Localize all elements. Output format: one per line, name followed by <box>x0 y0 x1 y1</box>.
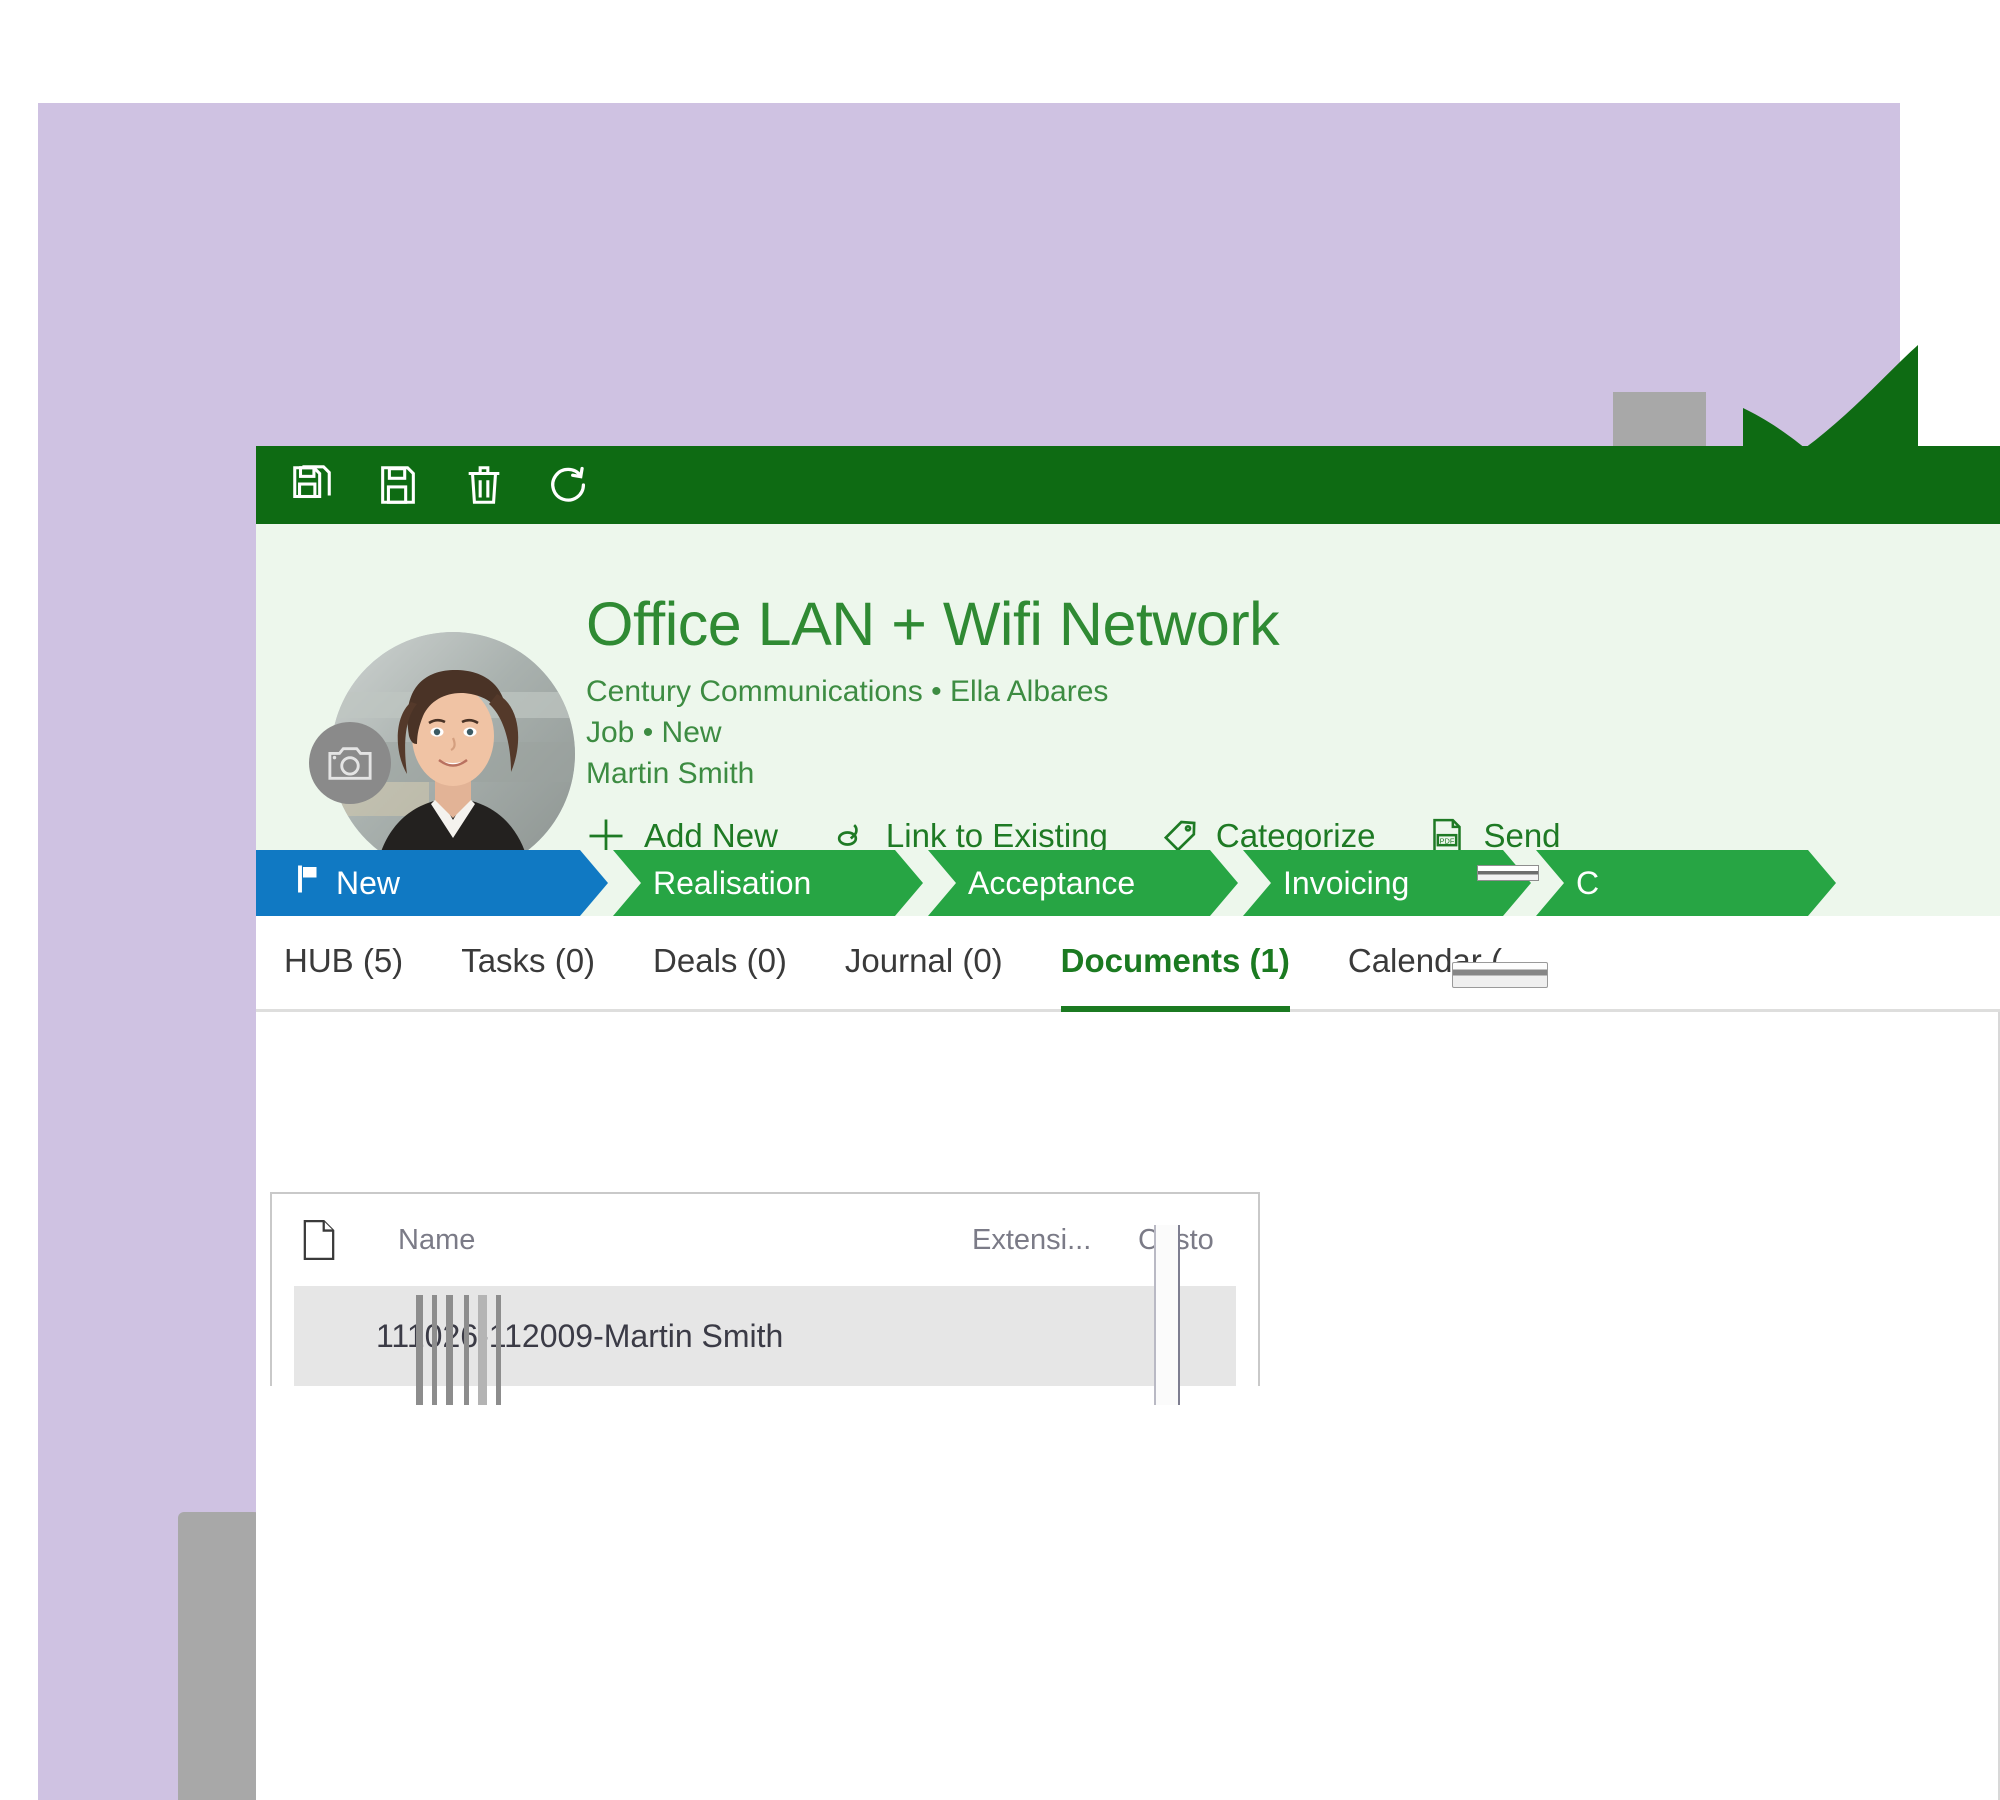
stage-new-label: New <box>336 864 401 901</box>
camera-icon[interactable] <box>309 722 391 804</box>
tab-deals[interactable]: Deals (0) <box>653 942 787 984</box>
stage-realisation[interactable]: Realisation <box>613 850 923 916</box>
avatar[interactable] <box>309 632 575 876</box>
refresh-icon[interactable] <box>544 459 596 511</box>
process-stage-bar: New Realisation Acceptance Invoicing C <box>256 850 2000 916</box>
table-row[interactable]: 111026-112009-Martin Smith <box>294 1286 1236 1386</box>
column-header-extension[interactable]: Extensi... <box>972 1224 1138 1257</box>
tab-tasks[interactable]: Tasks (0) <box>461 942 595 984</box>
tab-documents[interactable]: Documents (1) <box>1060 942 1291 1014</box>
stage-acceptance[interactable]: Acceptance <box>928 850 1238 916</box>
documents-table-header: Name Extensi... Custo <box>272 1194 1258 1286</box>
subtitle-line-2: Job • New <box>586 716 722 749</box>
column-header-name[interactable]: Name <box>398 1224 972 1257</box>
flag-icon <box>296 864 322 902</box>
trash-icon[interactable] <box>458 459 510 511</box>
documents-panel: Name Extensi... Custo 111026-112009-Mart… <box>256 1012 2000 1800</box>
stage-invoicing[interactable]: Invoicing <box>1243 850 1531 916</box>
record-title-block: Office LAN + Wifi Network Century Commun… <box>586 594 2000 795</box>
page-title: Office LAN + Wifi Network <box>586 590 1280 658</box>
tab-calendar[interactable]: Calendar ( <box>1348 942 1502 984</box>
record-header: Office LAN + Wifi Network Century Commun… <box>256 524 2000 876</box>
stage-realisation-label: Realisation <box>653 864 812 901</box>
stage-closed-label: C <box>1576 864 1600 901</box>
subtitle-line-3: Martin Smith <box>586 757 755 790</box>
record-window: Office LAN + Wifi Network Century Commun… <box>256 446 2000 1800</box>
document-icon <box>302 1219 398 1261</box>
svg-text:PDF: PDF <box>1440 836 1455 845</box>
stage-closed[interactable]: C <box>1536 850 1836 916</box>
tab-hub[interactable]: HUB (5) <box>284 942 403 984</box>
screenshot-root: Office LAN + Wifi Network Century Commun… <box>0 0 2000 1800</box>
save-as-icon[interactable] <box>286 459 338 511</box>
decorative-gray-block-top <box>1613 392 1706 452</box>
document-name: 111026-112009-Martin Smith <box>376 1317 784 1354</box>
column-header-customer[interactable]: Custo <box>1138 1224 1258 1257</box>
stage-invoicing-label: Invoicing <box>1283 864 1410 901</box>
stage-new[interactable]: New <box>256 850 608 916</box>
tab-journal[interactable]: Journal (0) <box>845 942 1003 984</box>
stage-acceptance-label: Acceptance <box>968 864 1136 901</box>
save-icon[interactable] <box>372 459 424 511</box>
record-subtitle: Century Communications • Ella Albares Jo… <box>586 672 2000 793</box>
record-toolbar <box>256 446 2000 524</box>
documents-table: Name Extensi... Custo 111026-112009-Mart… <box>270 1192 1260 1386</box>
record-tabs: HUB (5) Tasks (0) Deals (0) Journal (0) … <box>256 916 2000 1014</box>
subtitle-line-1: Century Communications • Ella Albares <box>586 675 1109 708</box>
